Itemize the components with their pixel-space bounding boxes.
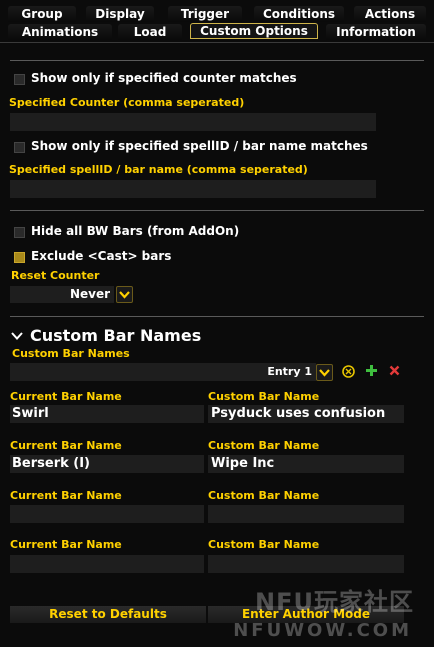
custom-bar-name-label: Custom Bar Name [208,439,320,452]
custom-bar-name-label: Custom Bar Name [208,390,320,403]
custom-bar-name-label: Custom Bar Name [208,489,320,502]
current-bar-name-value: Berserk (I) [12,456,90,471]
current-bar-name-label: Current Bar Name [10,538,122,551]
tab-actions[interactable]: Actions [354,6,426,22]
reset-counter-arrow[interactable] [116,286,133,303]
custom-bar-name-value: Wipe Inc [211,456,275,471]
counter-match-label: Show only if specified counter matches [31,71,297,85]
tab-load[interactable]: Load [118,24,182,40]
current-bar-name-label: Current Bar Name [10,489,122,502]
collapse-chevron-icon[interactable] [11,330,23,342]
hide-bw-label: Hide all BW Bars (from AddOn) [31,224,240,238]
divider-lower [10,316,424,317]
current-bar-name-label: Current Bar Name [10,390,122,403]
specified-counter-input[interactable] [10,113,376,131]
tab-animations[interactable]: Animations [8,24,112,40]
tab-information[interactable]: Information [326,24,426,40]
reset-counter-label: Reset Counter [11,269,100,282]
tab-conditions[interactable]: Conditions [254,6,344,22]
specified-spell-label: Specified spellID / bar name (comma sepe… [9,163,308,176]
section-title: Custom Bar Names [30,326,202,345]
current-bar-name-label: Current Bar Name [10,439,122,452]
current-bar-name-input[interactable] [10,555,204,573]
tab-trigger[interactable]: Trigger [168,6,242,22]
tab-group[interactable]: Group [8,6,76,22]
exclude-cast-checkbox[interactable] [14,252,25,263]
custom-bar-name-input[interactable] [208,555,404,573]
specified-spell-input[interactable] [10,180,376,198]
counter-match-checkbox[interactable] [14,74,25,85]
specified-counter-label: Specified Counter (comma seperated) [9,96,245,109]
entry-value: Entry 1 [267,365,312,378]
chevron-down-icon [319,369,330,377]
custom-bar-name-value: Psyduck uses confusion [211,406,386,421]
enter-author-mode-button[interactable]: Enter Author Mode [208,606,404,623]
entry-dropdown[interactable]: Entry 1 [10,363,316,381]
entry-dropdown-arrow[interactable] [316,364,333,381]
divider-top [10,60,424,61]
custom-bar-name-label: Custom Bar Name [208,538,320,551]
chevron-down-icon [119,291,130,299]
spell-match-checkbox[interactable] [14,142,25,153]
tab-divider [0,42,434,43]
divider-middle [10,210,424,211]
reset-counter-value: Never [69,287,110,301]
tab-custom-options[interactable]: Custom Options [190,23,318,39]
custom-bar-names-label: Custom Bar Names [12,347,130,360]
current-bar-name-input[interactable] [10,505,204,523]
hide-bw-checkbox[interactable] [14,227,25,238]
reset-entry-icon[interactable] [341,364,356,379]
current-bar-name-value: Swirl [12,406,49,421]
add-entry-icon[interactable] [365,364,378,377]
exclude-cast-label: Exclude <Cast> bars [31,249,172,263]
custom-bar-name-input[interactable] [208,505,404,523]
reset-to-defaults-button[interactable]: Reset to Defaults [10,606,206,623]
watermark-url: NFUWOW.COM [233,620,412,641]
delete-entry-icon[interactable] [389,365,400,376]
spell-match-label: Show only if specified spellID / bar nam… [31,139,368,153]
tab-display[interactable]: Display [86,6,154,22]
reset-counter-dropdown[interactable]: Never [10,286,114,303]
